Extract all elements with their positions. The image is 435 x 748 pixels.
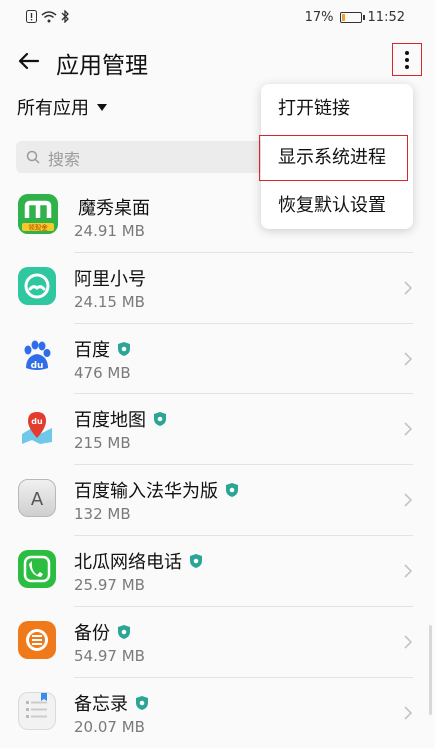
verified-shield-icon bbox=[154, 412, 166, 427]
app-row-ali-xiaohao[interactable]: 阿里小号 24.15 MB bbox=[0, 253, 435, 324]
arrow-left-icon bbox=[18, 52, 40, 70]
app-name: 百度 bbox=[74, 336, 130, 362]
svg-text:A: A bbox=[31, 489, 44, 510]
bluetooth-icon bbox=[61, 10, 69, 23]
app-name: 阿里小号 bbox=[74, 268, 146, 290]
more-vertical-icon bbox=[405, 51, 409, 69]
app-list: 领现金 魔秀桌面 24.91 MB 阿里小号 24.15 MB du 百度 47… bbox=[0, 182, 435, 748]
svg-text:du: du bbox=[31, 417, 43, 426]
app-name: 百度输入法华为版 bbox=[74, 477, 238, 503]
filter-label: 所有应用 bbox=[17, 98, 89, 119]
app-size: 215 MB bbox=[74, 434, 131, 453]
battery-icon bbox=[339, 12, 365, 23]
app-filter-dropdown[interactable]: 所有应用 bbox=[17, 94, 107, 120]
title-bar: 应用管理 bbox=[0, 36, 435, 88]
app-name: 魔秀桌面 bbox=[78, 198, 150, 219]
app-row-beigua-phone[interactable]: 北瓜网络电话 25.97 MB bbox=[0, 536, 435, 607]
chevron-right-icon bbox=[404, 493, 412, 507]
menu-item-open-links[interactable]: 打开链接 bbox=[261, 86, 413, 132]
alert-icon bbox=[26, 10, 37, 23]
moxiu-icon: 领现金 bbox=[18, 194, 58, 234]
more-options-button[interactable] bbox=[392, 43, 422, 76]
app-size: 132 MB bbox=[74, 505, 131, 524]
app-name: 北瓜网络电话 bbox=[74, 548, 202, 574]
app-row-baidu-map[interactable]: du 百度地图 215 MB bbox=[0, 394, 435, 466]
verified-shield-icon bbox=[118, 341, 130, 356]
search-placeholder: 搜索 bbox=[48, 150, 81, 169]
chevron-right-icon bbox=[404, 281, 412, 295]
app-row-baidu[interactable]: du 百度 476 MB bbox=[0, 324, 435, 395]
verified-shield-icon bbox=[136, 695, 148, 710]
page-title: 应用管理 bbox=[56, 53, 148, 79]
battery-percent: 17% bbox=[304, 10, 334, 25]
verified-shield-icon bbox=[118, 624, 130, 639]
app-row-baidu-ime[interactable]: A 百度输入法华为版 132 MB bbox=[0, 465, 435, 536]
caret-down-icon bbox=[97, 103, 107, 111]
chevron-right-icon bbox=[404, 706, 412, 720]
chevron-right-icon bbox=[404, 564, 412, 578]
app-size: 54.97 MB bbox=[74, 646, 145, 665]
baidu-icon: du bbox=[18, 338, 56, 376]
overflow-menu: 打开链接 显示系统进程 恢复默认设置 bbox=[259, 84, 413, 229]
status-icons-right: 17% 11:52 bbox=[305, 10, 405, 25]
menu-item-show-system-processes[interactable]: 显示系统进程 bbox=[259, 135, 408, 181]
app-row-memo[interactable]: 备忘录 20.07 MB bbox=[0, 678, 435, 748]
chevron-right-icon bbox=[404, 422, 412, 436]
svg-text:du: du bbox=[31, 361, 44, 371]
app-name: 备忘录 bbox=[74, 690, 148, 716]
scrollbar[interactable] bbox=[429, 625, 432, 715]
app-row-backup[interactable]: 备份 54.97 MB bbox=[0, 607, 435, 678]
memo-icon bbox=[18, 691, 56, 730]
app-size: 476 MB bbox=[74, 363, 131, 382]
backup-icon bbox=[18, 620, 56, 659]
app-size: 24.15 MB bbox=[74, 292, 145, 311]
search-input[interactable]: 搜索 bbox=[16, 141, 276, 173]
status-bar: 17% 11:52 bbox=[0, 0, 435, 36]
ali-xiaohao-icon bbox=[18, 266, 56, 305]
app-size: 24.91 MB bbox=[74, 222, 145, 240]
app-size: 25.97 MB bbox=[74, 575, 145, 594]
baidu-map-icon: du bbox=[18, 408, 56, 446]
verified-shield-icon bbox=[226, 483, 238, 498]
clock: 11:52 bbox=[367, 10, 405, 25]
app-size: 20.07 MB bbox=[74, 717, 145, 736]
menu-item-reset-defaults[interactable]: 恢复默认设置 bbox=[261, 183, 413, 229]
app-name: 备份 bbox=[74, 619, 130, 645]
wifi-icon bbox=[41, 10, 57, 22]
app-name: 百度地图 bbox=[74, 406, 166, 432]
status-icons-left bbox=[26, 10, 70, 23]
svg-text:领现金: 领现金 bbox=[28, 223, 48, 232]
back-button[interactable] bbox=[14, 46, 44, 76]
phone-icon bbox=[18, 549, 56, 588]
verified-shield-icon bbox=[190, 553, 202, 568]
chevron-right-icon bbox=[404, 352, 412, 366]
search-icon bbox=[26, 150, 40, 164]
keyboard-a-icon: A bbox=[18, 479, 56, 518]
chevron-right-icon bbox=[404, 635, 412, 649]
